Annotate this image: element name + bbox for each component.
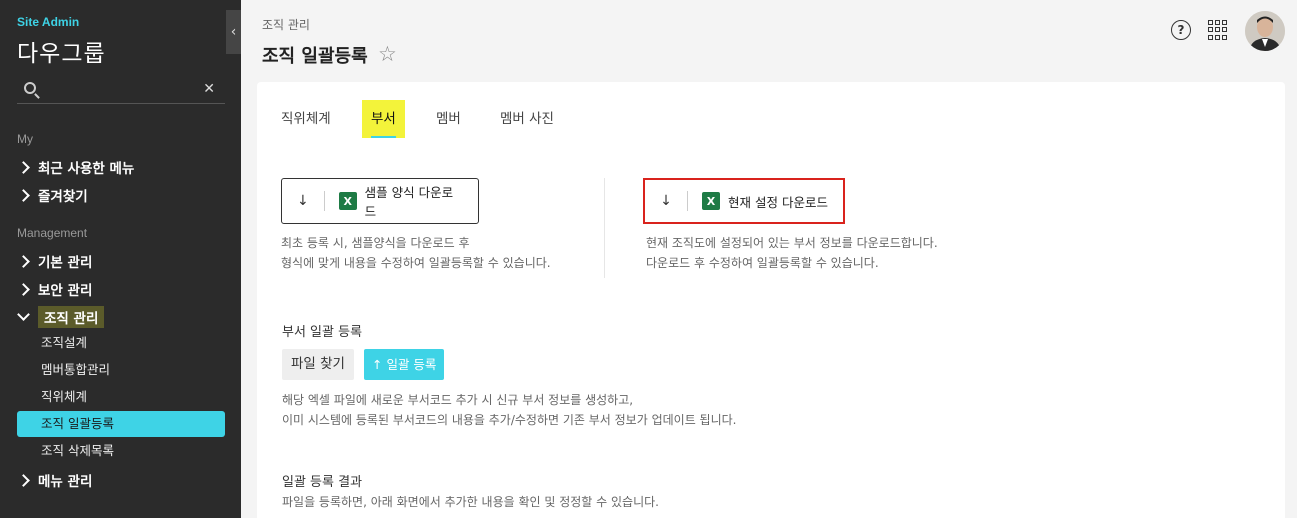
sidebar-search: ✕ <box>17 78 225 104</box>
menu-favorites-label: 즐겨찾기 <box>38 189 88 205</box>
bulk-desc: 해당 엑셀 파일에 새로운 부서코드 추가 시 신규 부서 정보를 생성하고, … <box>282 390 737 430</box>
divider <box>323 191 325 211</box>
sidebar-collapse-button[interactable]: ‹ <box>226 10 241 54</box>
bulk-section-title: 부서 일괄 등록 <box>282 325 363 340</box>
tab-member-photo[interactable]: 멤버 사진 <box>500 100 554 138</box>
bulk-upload-button[interactable]: ↑ 일괄 등록 <box>364 349 445 380</box>
chevron-right-icon <box>17 254 30 268</box>
menu-menu-mgmt[interactable]: 메뉴 관리 <box>17 469 92 491</box>
current-download-desc: 현재 조직도에 설정되어 있는 부서 정보를 다운로드합니다. 다운로드 후 수… <box>646 233 938 273</box>
breadcrumb: 조직 관리 <box>262 18 310 32</box>
chevron-right-icon <box>17 188 30 202</box>
current-download-button[interactable]: ↓ X 현재 설정 다운로드 <box>643 178 845 224</box>
site-name: 다우그룹 <box>17 41 106 67</box>
current-desc-line-1: 현재 조직도에 설정되어 있는 부서 정보를 다운로드합니다. <box>646 236 938 250</box>
content-card: 직위체계 부서 멤버 멤버 사진 ↓ X 샘플 양식 다운로드 최초 등록 시,… <box>257 82 1285 518</box>
upload-icon: ↑ <box>372 357 387 372</box>
sidebar-item-org-deleted[interactable]: 조직 삭제목록 <box>17 438 225 464</box>
avatar[interactable] <box>1245 11 1285 51</box>
star-icon[interactable]: ☆ <box>378 42 397 66</box>
excel-icon: X <box>702 192 720 210</box>
close-icon[interactable]: ✕ <box>203 81 215 97</box>
menu-recent[interactable]: 최근 사용한 메뉴 <box>17 156 134 178</box>
chevron-down-icon <box>17 308 30 321</box>
menu-security-label: 보안 관리 <box>38 283 93 299</box>
chevron-right-icon <box>17 160 30 174</box>
chevron-right-icon <box>17 282 30 296</box>
tab-department[interactable]: 부서 <box>362 100 405 138</box>
sample-desc-line-2: 형식에 맞게 내용을 수정하여 일괄등록할 수 있습니다. <box>281 256 551 270</box>
section-label-my: My <box>17 132 33 146</box>
find-file-button[interactable]: 파일 찾기 <box>282 349 354 380</box>
download-icon: ↓ <box>660 193 672 209</box>
menu-favorites[interactable]: 즐겨찾기 <box>17 184 88 206</box>
menu-org[interactable]: 조직 관리 <box>17 306 105 328</box>
current-desc-line-2: 다운로드 후 수정하여 일괄등록할 수 있습니다. <box>646 256 879 270</box>
bulk-desc-line-2: 이미 시스템에 등록된 부서코드의 내용을 추가/수정하면 기존 부서 정보가 … <box>282 413 737 427</box>
sample-download-label: 샘플 양식 다운로드 <box>364 185 454 219</box>
current-download-label: 현재 설정 다운로드 <box>728 194 828 210</box>
download-icon: ↓ <box>297 193 309 209</box>
result-desc: 파일을 등록하면, 아래 화면에서 추가한 내용을 확인 및 정정할 수 있습니… <box>282 495 659 509</box>
menu-org-label: 조직 관리 <box>38 306 105 328</box>
menu-menu-mgmt-label: 메뉴 관리 <box>38 474 93 490</box>
page-title: 조직 일괄등록 <box>262 46 368 67</box>
divider <box>604 178 605 278</box>
sidebar-search-input[interactable] <box>43 80 203 100</box>
excel-icon: X <box>338 192 357 210</box>
menu-security[interactable]: 보안 관리 <box>17 278 92 300</box>
section-label-management: Management <box>17 226 88 240</box>
chevron-right-icon <box>17 473 30 487</box>
menu-basic[interactable]: 기본 관리 <box>17 250 92 272</box>
sidebar-item-org-design[interactable]: 조직설계 <box>17 330 225 356</box>
sidebar-item-org-bulk[interactable]: 조직 일괄등록 <box>17 411 225 437</box>
sample-download-desc: 최초 등록 시, 샘플양식을 다운로드 후 형식에 맞게 내용을 수정하여 일괄… <box>281 233 551 273</box>
site-label: Site Admin <box>17 15 80 29</box>
sidebar: ‹ Site Admin 다우그룹 ✕ My 최근 사용한 메뉴 즐겨찾기 Ma… <box>0 0 241 518</box>
search-icon <box>24 82 36 94</box>
tab-position[interactable]: 직위체계 <box>281 100 331 138</box>
menu-basic-label: 기본 관리 <box>38 255 93 271</box>
result-section-title: 일괄 등록 결과 <box>282 475 363 490</box>
menu-recent-label: 최근 사용한 메뉴 <box>38 161 135 177</box>
sidebar-item-position[interactable]: 직위체계 <box>17 384 225 410</box>
bulk-desc-line-1: 해당 엑셀 파일에 새로운 부서코드 추가 시 신규 부서 정보를 생성하고, <box>282 393 634 407</box>
sidebar-item-member-integration[interactable]: 멤버통합관리 <box>17 357 225 383</box>
sample-desc-line-1: 최초 등록 시, 샘플양식을 다운로드 후 <box>281 236 470 250</box>
sample-download-button[interactable]: ↓ X 샘플 양식 다운로드 <box>281 178 479 224</box>
bulk-upload-label: 일괄 등록 <box>386 357 437 372</box>
tab-member[interactable]: 멤버 <box>436 100 461 138</box>
help-icon[interactable]: ? <box>1171 20 1191 40</box>
divider <box>687 191 688 211</box>
apps-grid-icon[interactable] <box>1208 20 1228 40</box>
